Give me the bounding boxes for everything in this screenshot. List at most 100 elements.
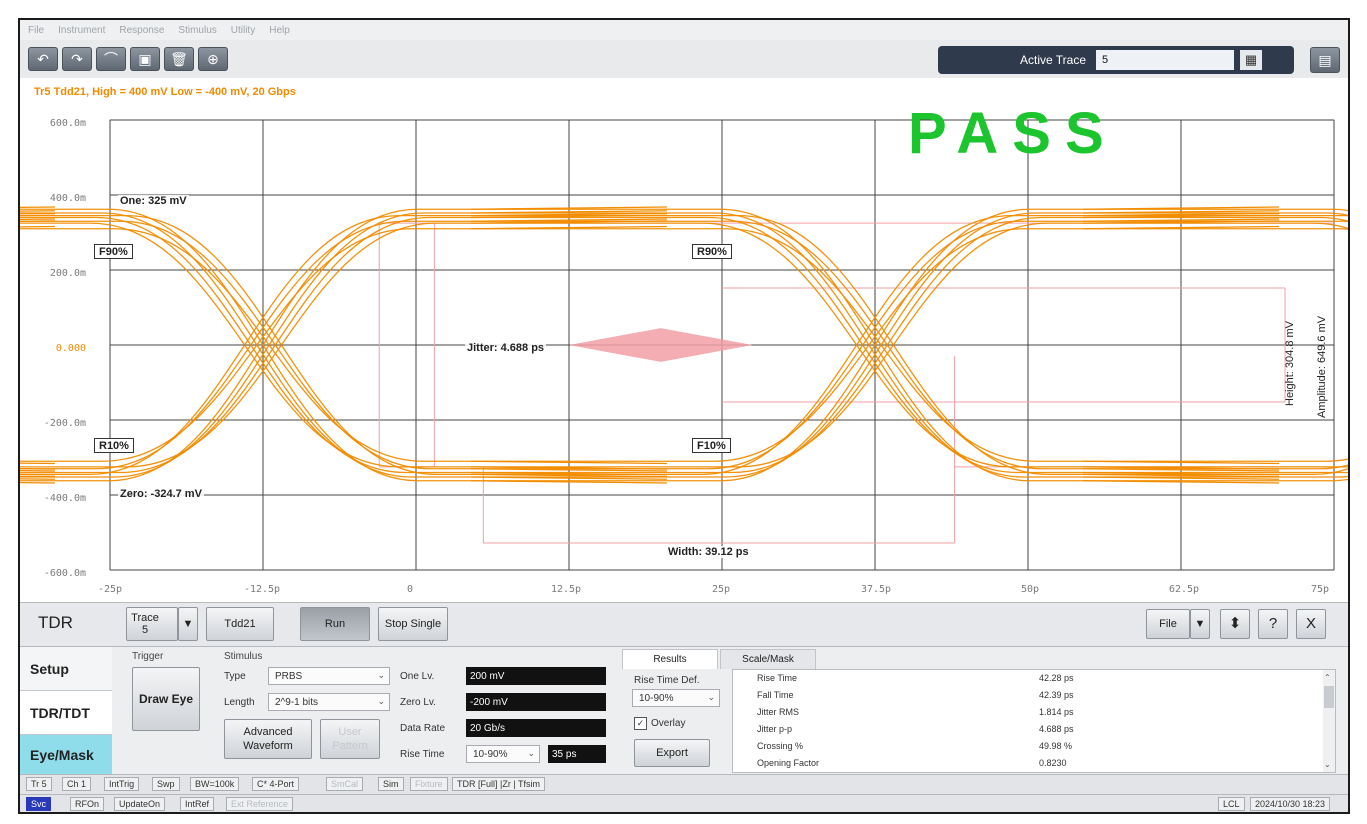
status-bar-instrument: Svc RFOn UpdateOn IntRef Ext Reference L… [20, 794, 1348, 812]
r10-marker[interactable]: R10% [94, 438, 134, 453]
menu-stimulus[interactable]: Stimulus [178, 25, 216, 36]
marker-icon[interactable]: ⌒ [96, 47, 126, 71]
checkbox-checked-icon[interactable]: ✓ [634, 717, 647, 730]
redo-icon[interactable]: ↷ [62, 47, 92, 71]
result-name: Rise Time [757, 673, 798, 683]
close-button[interactable]: X [1296, 609, 1326, 639]
chevron-down-icon: ⌄ [377, 670, 385, 680]
menu-bar: File Instrument Response Stimulus Utilit… [20, 20, 1348, 40]
scroll-up-icon[interactable]: ⌃ [1324, 673, 1331, 682]
pass-indicator: PASS [908, 101, 1118, 166]
status-channel[interactable]: Ch 1 [62, 777, 92, 791]
menu-help[interactable]: Help [269, 25, 290, 36]
run-button[interactable]: Run [300, 607, 370, 641]
screenshot-icon[interactable]: ▣ [130, 47, 160, 71]
results-rise-time-select[interactable]: 10-90% ⌄ [632, 689, 720, 707]
zoom-icon[interactable]: ⊕ [198, 47, 228, 71]
tab-results[interactable]: Results [622, 649, 718, 669]
status-fixture: Fixture [410, 777, 448, 791]
status-calibration[interactable]: C* 4-Port [252, 777, 300, 791]
tab-setup[interactable]: Setup [20, 647, 112, 691]
results-table: Rise Time 42.28 ps Fall Time 42.39 ps Jitt… [732, 669, 1336, 773]
f90-marker[interactable]: F90% [94, 244, 133, 259]
rise-time-def-value: 10-90% [473, 748, 508, 760]
chevron-down-icon: ⌄ [377, 696, 385, 706]
overlay-label: Overlay [651, 718, 686, 729]
eye-canvas [20, 119, 1348, 571]
trash-icon[interactable]: 🗑 [164, 47, 194, 71]
trace-dropdown-icon[interactable]: ▼ [178, 607, 198, 641]
user-pattern-button: User Pattern [320, 719, 380, 759]
move-icon[interactable]: ⬍ [1220, 609, 1250, 639]
status-sim[interactable]: Sim [378, 777, 404, 791]
active-trace-input[interactable]: 5 [1096, 50, 1235, 70]
zero-lv-field[interactable]: -200 mV [466, 693, 606, 711]
type-select[interactable]: PRBS ⌄ [268, 667, 390, 685]
jitter-label: Jitter: 4.688 ps [465, 342, 547, 354]
rise-time-field[interactable]: 35 ps [548, 745, 606, 763]
status-bar-channel: Tr 5 Ch 1 IntTrig Swp BW=100k C* 4-Port … [20, 774, 1348, 795]
data-rate-field[interactable]: 20 Gb/s [466, 719, 606, 737]
status-updateon[interactable]: UpdateOn [114, 797, 166, 811]
keypad-icon[interactable]: ▦ [1240, 50, 1263, 70]
status-tdr[interactable]: TDR [Full] |Zr | Tfsim [452, 777, 546, 791]
data-rate-label: Data Rate [400, 723, 446, 734]
stimulus-title: Stimulus [224, 651, 263, 662]
width-label: Width: 39.12 ps [666, 546, 751, 558]
chevron-down-icon: ⌄ [527, 748, 535, 758]
stop-single-button[interactable]: Stop Single [378, 607, 448, 641]
status-trigger[interactable]: IntTrig [104, 777, 140, 791]
control-row: TDR Trace 5 ▼ Tdd21 Run Stop Single File… [20, 602, 1348, 647]
tab-scale-mask[interactable]: Scale/Mask [720, 649, 816, 669]
help-button[interactable]: ? [1258, 609, 1288, 639]
status-extref: Ext Reference [226, 797, 294, 811]
trigger-title: Trigger [132, 651, 164, 662]
table-row: Jitter p-p 4.688 ps [733, 721, 1323, 738]
menu-response[interactable]: Response [119, 25, 164, 36]
status-smcal: SmCal [326, 777, 364, 791]
file-dropdown-icon[interactable]: ▼ [1190, 609, 1210, 639]
scroll-down-icon[interactable]: ⌄ [1324, 760, 1331, 769]
grid-menu-icon[interactable]: ▤ [1310, 47, 1340, 73]
status-sweep[interactable]: Swp [152, 777, 180, 791]
zero-level-label: Zero: -324.7 mV [118, 488, 204, 500]
one-lv-field[interactable]: 200 mV [466, 667, 606, 685]
rise-time-def-select[interactable]: 10-90% ⌄ [466, 745, 540, 763]
undo-icon[interactable]: ↶ [28, 47, 58, 71]
type-select-value: PRBS [275, 670, 303, 682]
advanced-waveform-button[interactable]: Advanced Waveform [224, 719, 312, 759]
status-bandwidth[interactable]: BW=100k [190, 777, 240, 791]
overlay-checkbox[interactable]: ✓ Overlay [634, 717, 685, 730]
results-scrollbar[interactable]: ⌃ ⌄ [1323, 670, 1335, 772]
one-level-label: One: 325 mV [118, 195, 189, 207]
status-intref[interactable]: IntRef [180, 797, 215, 811]
amplitude-label: Amplitude: 649.6 mV [1316, 315, 1328, 418]
zero-lv-label: Zero Lv. [400, 697, 436, 708]
tdd21-button[interactable]: Tdd21 [206, 607, 274, 641]
status-datetime: 2024/10/30 18:23 [1250, 797, 1331, 811]
tab-eye-mask[interactable]: Eye/Mask [20, 735, 112, 775]
length-select-value: 2^9-1 bits [275, 696, 319, 708]
menu-utility[interactable]: Utility [231, 25, 255, 36]
result-value: 42.28 ps [1039, 673, 1074, 683]
f10-marker[interactable]: F10% [692, 438, 731, 453]
draw-eye-button[interactable]: Draw Eye [132, 667, 200, 731]
r90-marker[interactable]: R90% [692, 244, 732, 259]
status-lcl: LCL [1218, 797, 1245, 811]
status-svc[interactable]: Svc [26, 797, 52, 811]
active-trace-label: Active Trace [1020, 53, 1087, 67]
file-button[interactable]: File [1146, 609, 1190, 639]
length-select[interactable]: 2^9-1 bits ⌄ [268, 693, 390, 711]
export-button[interactable]: Export [634, 739, 710, 767]
table-row: Opening Factor 0.8230 [733, 755, 1323, 772]
result-value: 1.814 ps [1039, 707, 1074, 717]
status-trace[interactable]: Tr 5 [26, 777, 52, 791]
scroll-thumb[interactable] [1324, 686, 1334, 708]
type-label: Type [224, 671, 246, 682]
trace-button[interactable]: Trace 5 [126, 607, 178, 641]
table-row: Jitter RMS 1.814 ps [733, 704, 1323, 721]
menu-instrument[interactable]: Instrument [58, 25, 105, 36]
menu-file[interactable]: File [28, 25, 44, 36]
tab-tdr-tdt[interactable]: TDR/TDT [20, 691, 112, 735]
status-rfon[interactable]: RFOn [70, 797, 105, 811]
